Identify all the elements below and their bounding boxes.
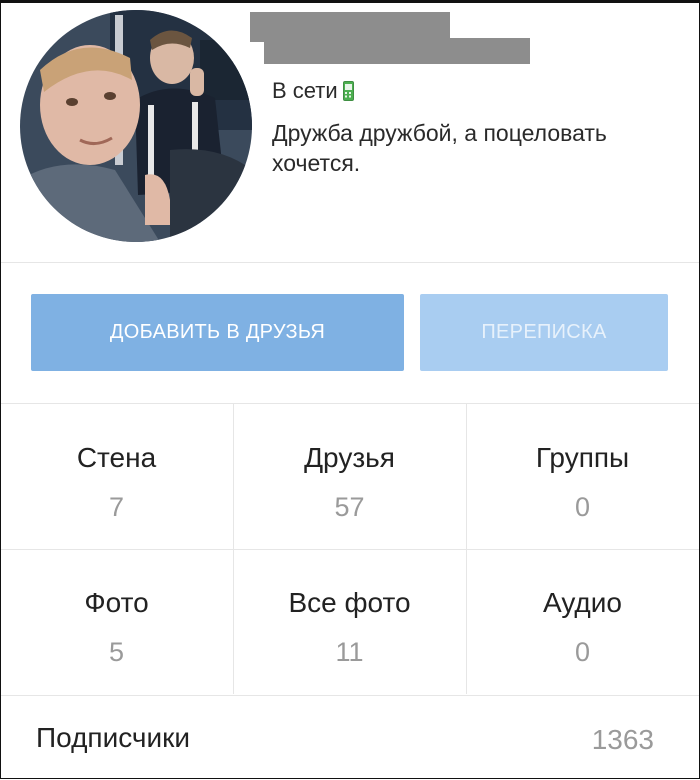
grid-divider (0, 549, 700, 550)
counter-value: 57 (334, 492, 365, 522)
redaction-bar (264, 38, 530, 64)
subscribers-count: 1363 (591, 724, 654, 755)
avatar[interactable] (20, 10, 252, 242)
counter-label: Фото (84, 587, 149, 618)
counter-audio[interactable]: Аудио 0 (466, 549, 699, 694)
counter-value: 0 (574, 492, 591, 522)
counter-value: 11 (335, 637, 364, 667)
counter-label: Стена (76, 442, 157, 473)
counter-label: Все фото (288, 587, 411, 618)
counter-wall[interactable]: Стена 7 (0, 404, 233, 549)
redacted-name (250, 12, 530, 64)
counter-label: Группы (535, 442, 630, 473)
counter-value: 5 (108, 637, 125, 667)
online-label: В сети (272, 78, 338, 103)
profile-header: В сети Дружба дружбой, а поцеловать хоче… (0, 0, 700, 263)
counter-photos[interactable]: Фото 5 (0, 549, 233, 694)
counter-label: Аудио (543, 587, 622, 618)
message-button[interactable]: ПЕРЕПИСКА (420, 294, 668, 371)
add-friend-button[interactable]: ДОБАВИТЬ В ДРУЗЬЯ (31, 294, 404, 371)
counters-grid: Стена 7 Друзья 57 Группы 0 Фото 5 Все фо… (0, 404, 700, 694)
counter-all-photos[interactable]: Все фото 11 (233, 549, 466, 694)
avatar-photo (20, 10, 252, 242)
counter-label: Друзья (304, 442, 395, 473)
subscribers-label: Подписчики (36, 722, 191, 753)
mobile-phone-icon (342, 81, 354, 101)
counter-groups[interactable]: Группы 0 (466, 404, 699, 549)
subscribers-row[interactable]: Подписчики 1363 (0, 695, 700, 780)
counter-value: 7 (108, 492, 125, 522)
action-buttons: ДОБАВИТЬ В ДРУЗЬЯ ПЕРЕПИСКА (0, 263, 700, 404)
counter-friends[interactable]: Друзья 57 (233, 404, 466, 549)
online-status: В сети (272, 78, 354, 104)
counter-value: 0 (574, 637, 591, 667)
profile-status: Дружба дружбой, а поцеловать хочется. (272, 120, 607, 176)
